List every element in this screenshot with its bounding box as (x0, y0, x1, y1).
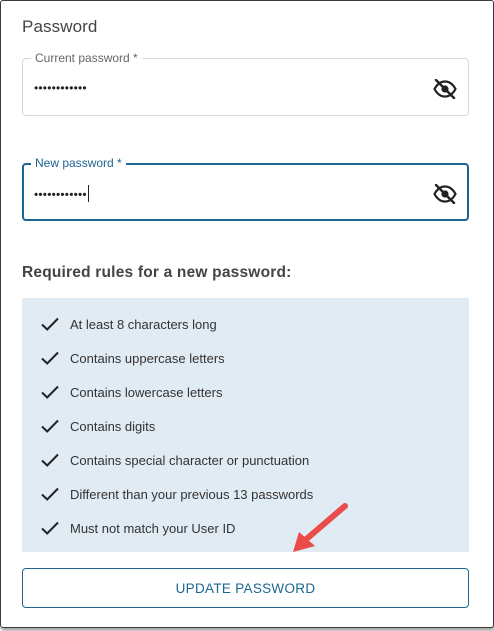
rule-text: Contains special character or punctuatio… (70, 452, 310, 468)
rule-text: Contains uppercase letters (70, 350, 225, 366)
rule-text: At least 8 characters long (70, 316, 217, 332)
rule-text: Contains digits (70, 418, 156, 434)
check-icon (41, 521, 59, 535)
rule-item: At least 8 characters long (40, 314, 217, 334)
rule-item: Different than your previous 13 password… (40, 484, 313, 504)
rule-item: Contains uppercase letters (40, 348, 225, 368)
rule-text: Contains lowercase letters (70, 384, 223, 400)
check-icon (41, 385, 59, 399)
eye-off-icon[interactable] (433, 184, 457, 204)
annotation-arrow-icon (293, 503, 348, 552)
check-icon (41, 453, 59, 467)
text-caret (87, 185, 89, 202)
current-password-value[interactable]: •••••••••••• (34, 81, 87, 95)
section-title: Password (22, 17, 98, 36)
rules-title: Required rules for a new password: (22, 264, 292, 281)
new-password-field[interactable]: New password * •••••••••••• (22, 156, 469, 221)
new-password-value[interactable]: •••••••••••• (34, 185, 89, 204)
rules-list: At least 8 characters long Contains uppe… (22, 298, 469, 552)
check-icon (41, 317, 59, 331)
new-password-text: •••••••••••• (34, 187, 87, 202)
eye-off-icon[interactable] (433, 79, 457, 99)
check-icon (41, 419, 59, 433)
rule-item: Must not match your User ID (40, 518, 235, 538)
rule-item: Contains special character or punctuatio… (40, 450, 309, 470)
new-password-label: New password * (31, 156, 126, 170)
rule-text: Different than your previous 13 password… (70, 486, 314, 502)
check-icon (41, 487, 59, 501)
rule-item: Contains digits (40, 416, 155, 436)
current-password-field[interactable]: Current password * •••••••••••• (22, 51, 469, 116)
check-icon (41, 351, 59, 365)
password-panel: Password Current password * ••••••••••••… (0, 0, 494, 628)
rule-text: Must not match your User ID (70, 520, 236, 536)
rule-item: Contains lowercase letters (40, 382, 222, 402)
current-password-label: Current password * (31, 51, 142, 65)
update-password-button[interactable]: UPDATE PASSWORD (22, 568, 469, 608)
